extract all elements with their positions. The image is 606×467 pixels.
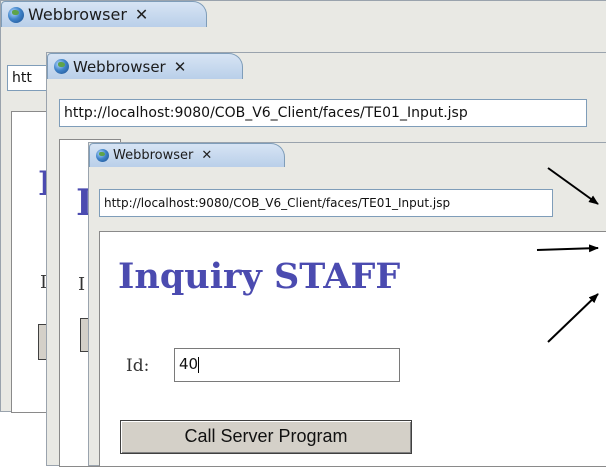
arrow-top [547,167,599,205]
arrow-bottom [547,293,599,343]
arrow-middle [536,244,599,253]
annotation-arrows [536,167,599,343]
